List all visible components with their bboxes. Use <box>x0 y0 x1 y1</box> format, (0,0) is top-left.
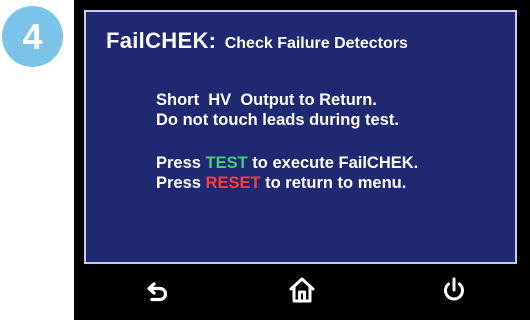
step-number-badge: 4 <box>2 6 63 67</box>
bottom-nav-bar <box>74 264 530 320</box>
instruction-line: Short HV Output to Return. <box>156 91 377 109</box>
failchek-screen: FailCHEK: Check Failure Detectors Short … <box>84 10 517 264</box>
screen-title-subtitle: Check Failure Detectors <box>224 35 408 52</box>
device-display: FailCHEK: Check Failure Detectors Short … <box>74 0 530 320</box>
test-keyword: TEST <box>205 154 248 172</box>
back-button[interactable] <box>136 270 180 310</box>
action-line-reset: Press RESET to return to menu. <box>156 173 418 193</box>
instruction-line: Do not touch leads during test. <box>156 111 399 129</box>
screen-title: FailCHEK: Check Failure Detectors <box>106 28 408 54</box>
action-suffix: to execute FailCHEK. <box>247 154 419 172</box>
home-button[interactable] <box>280 270 324 310</box>
power-icon <box>444 277 464 301</box>
back-arrow-icon <box>147 282 168 302</box>
action-suffix: to return to menu. <box>260 174 407 192</box>
power-button[interactable] <box>432 270 476 310</box>
action-prefix: Press <box>156 154 206 172</box>
action-line-test: Press TEST to execute FailCHEK. <box>156 153 418 173</box>
actions-block: Press TEST to execute FailCHEK. Press RE… <box>156 153 418 193</box>
reset-keyword: RESET <box>205 174 261 192</box>
action-prefix: Press <box>156 174 206 192</box>
home-icon <box>289 277 315 303</box>
instructions-block: Short HV Output to Return. Do not touch … <box>156 90 399 130</box>
screen-title-main: FailCHEK: <box>106 28 217 53</box>
